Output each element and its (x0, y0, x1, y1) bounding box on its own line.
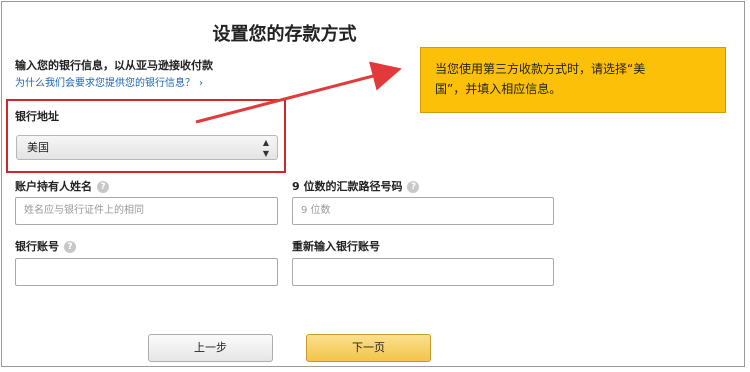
annotation-line-1: 当您使用第三方收款方式时，请选择“美 (435, 62, 646, 76)
annotation-callout: 当您使用第三方收款方式时，请选择“美 国”，并填入相应信息。 (420, 47, 726, 113)
annotation-line-2: 国”，并填入相应信息。 (435, 82, 562, 96)
